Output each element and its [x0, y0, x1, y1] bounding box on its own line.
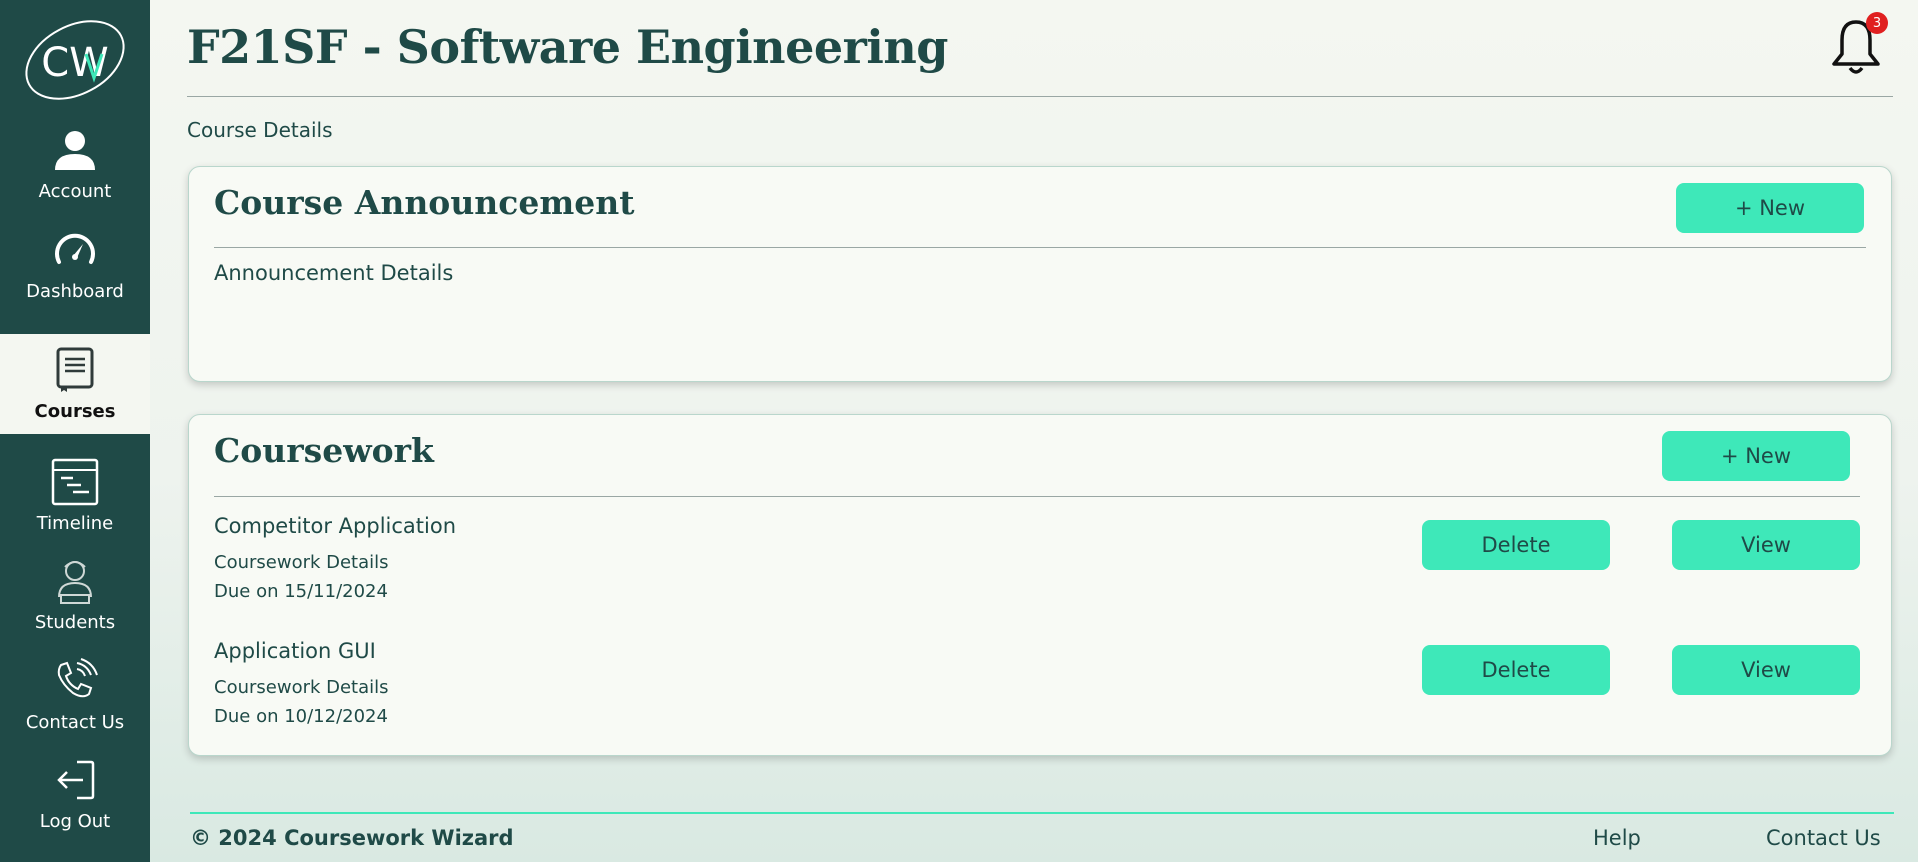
logo-icon: CW: [25, 20, 125, 100]
coursework-name: Application GUI: [214, 639, 376, 663]
timeline-icon: [50, 457, 100, 507]
gauge-icon: [50, 225, 100, 275]
footer-divider: [190, 812, 1894, 814]
announcement-details: Announcement Details: [214, 261, 454, 285]
sidebar-item-label: Contact Us: [25, 712, 125, 733]
sidebar-item-label: Timeline: [36, 513, 114, 534]
sidebar-item-timeline[interactable]: Timeline: [0, 446, 150, 546]
coursework-due-date: Due on 15/11/2024: [214, 581, 388, 602]
student-icon: [50, 556, 100, 606]
announcement-title: Course Announcement: [214, 183, 635, 222]
footer-contact-link[interactable]: Contact Us: [1766, 826, 1881, 850]
announcement-divider: [214, 247, 1866, 248]
sidebar: CW Account Dashboard Courses Timeline St…: [0, 0, 150, 862]
coursework-divider: [214, 496, 1860, 497]
header-divider: [187, 96, 1893, 97]
view-coursework-button[interactable]: View: [1672, 520, 1860, 570]
announcement-card: Course Announcement + New Announcement D…: [188, 166, 1892, 382]
coursework-wizard-logo[interactable]: CW: [20, 16, 130, 106]
sidebar-item-courses[interactable]: Courses: [0, 334, 150, 434]
logout-icon: [50, 755, 100, 805]
delete-coursework-button[interactable]: Delete: [1422, 645, 1610, 695]
view-coursework-button[interactable]: View: [1672, 645, 1860, 695]
book-icon: [50, 345, 100, 395]
coursework-name: Competitor Application: [214, 514, 457, 538]
delete-coursework-button[interactable]: Delete: [1422, 520, 1610, 570]
sidebar-item-label: Account: [38, 181, 112, 202]
footer-help-link[interactable]: Help: [1593, 826, 1641, 850]
new-coursework-button[interactable]: + New: [1662, 431, 1850, 481]
sidebar-item-label: Courses: [34, 401, 116, 422]
sidebar-item-contact-us[interactable]: Contact Us: [0, 645, 150, 745]
footer-copyright: © 2024 Coursework Wizard: [190, 826, 514, 850]
coursework-details: Coursework Details: [214, 677, 389, 698]
notification-badge: 3: [1866, 12, 1888, 34]
sidebar-item-dashboard[interactable]: Dashboard: [0, 214, 150, 314]
sidebar-item-label: Log Out: [39, 811, 111, 832]
new-announcement-button[interactable]: + New: [1676, 183, 1864, 233]
sidebar-item-label: Dashboard: [26, 281, 124, 302]
phone-icon: [50, 656, 100, 706]
sidebar-item-account[interactable]: Account: [0, 114, 150, 214]
user-icon: [50, 125, 100, 175]
sidebar-item-log-out[interactable]: Log Out: [0, 744, 150, 844]
coursework-details: Coursework Details: [214, 552, 389, 573]
breadcrumb: Course Details: [187, 118, 333, 142]
sidebar-item-label: Students: [34, 612, 116, 633]
coursework-due-date: Due on 10/12/2024: [214, 706, 388, 727]
coursework-title: Coursework: [214, 431, 434, 470]
sidebar-item-students[interactable]: Students: [0, 545, 150, 645]
coursework-card: Coursework + New Competitor Application …: [188, 414, 1892, 756]
page-title: F21SF - Software Engineering: [187, 20, 948, 74]
